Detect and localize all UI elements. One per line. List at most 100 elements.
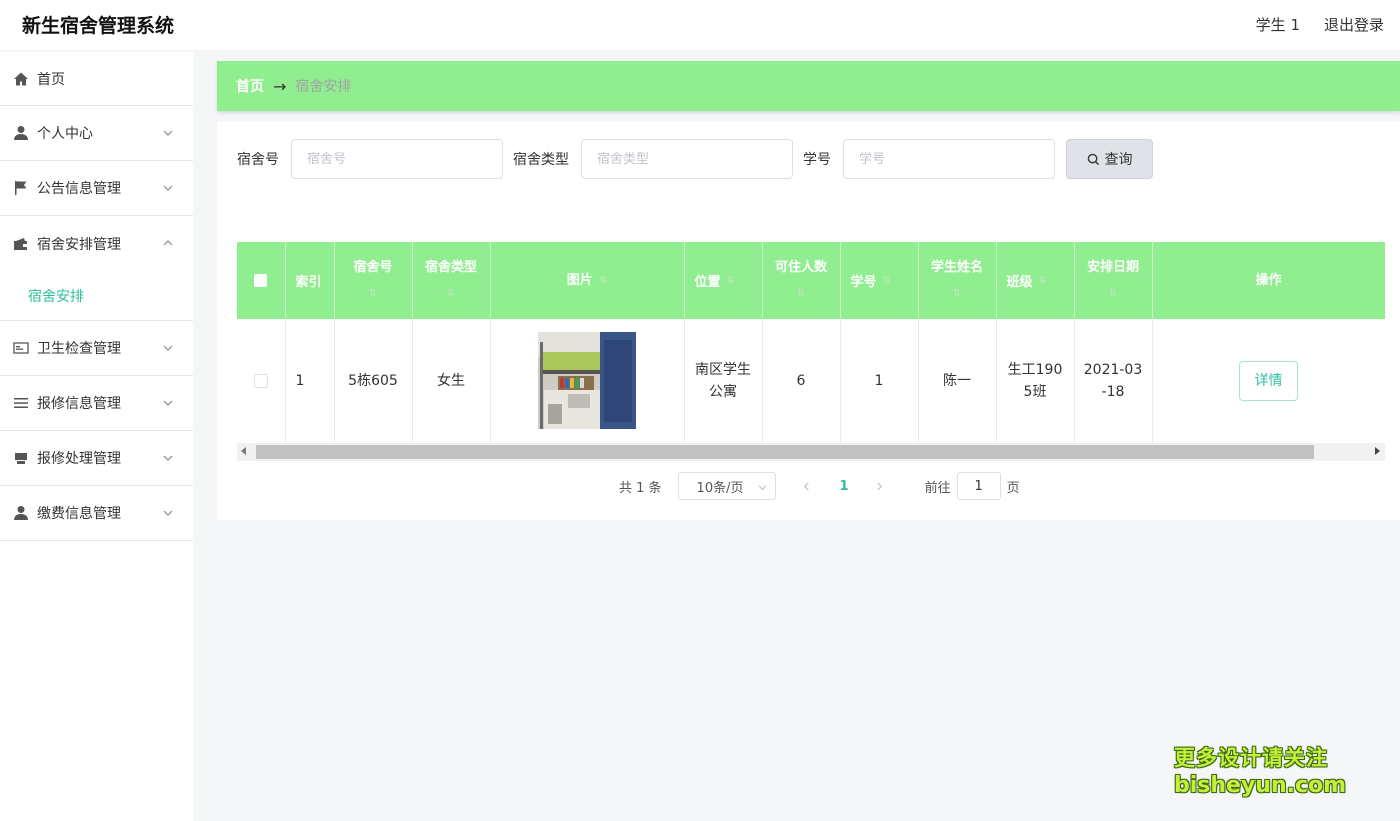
query-button-label: 查询 <box>1104 152 1133 168</box>
scrollbar-thumb[interactable] <box>256 445 1314 459</box>
dorm-type-input[interactable] <box>581 139 793 179</box>
page-suffix: 页 <box>1006 480 1020 496</box>
header-image[interactable]: 图片 ⇅ <box>490 242 685 319</box>
sidebar-subitem-dorm-arrangement[interactable]: 宿舍安排 <box>0 271 193 321</box>
header-actions-label: 操作 <box>1255 272 1282 288</box>
current-page[interactable]: 1 <box>840 479 849 494</box>
sidebar-item-label: 报修信息管理 <box>37 396 121 412</box>
header-actions: 操作 <box>1152 242 1385 319</box>
cell-student-no: 1 <box>840 319 919 444</box>
current-user[interactable]: 学生 1 <box>1256 14 1300 35</box>
list-icon <box>13 395 29 411</box>
prev-page-button[interactable] <box>800 479 814 493</box>
sidebar-item-dorm-arrangement[interactable]: 宿舍安排管理 <box>0 216 193 271</box>
id-card-icon <box>13 340 29 356</box>
header-dorm-no-label: 宿舍号 <box>353 259 393 275</box>
sidebar-item-label: 卫生检查管理 <box>37 341 121 357</box>
header-dorm-type[interactable]: 宿舍类型 ⇅ <box>412 242 491 319</box>
sort-icon[interactable]: ⇅ <box>953 281 961 307</box>
watermark: 更多设计请关注 bisheyun.com <box>1174 744 1347 800</box>
table-row: 1 5栋605 女生 南区学生 公寓 6 1 陈一 生工190 5班 2021-… <box>237 319 1385 444</box>
sort-icon[interactable]: ⇅ <box>883 275 891 286</box>
header-student-no[interactable]: 学号 ⇅ <box>840 242 919 319</box>
select-all-checkbox[interactable] <box>254 274 268 287</box>
dorm-type-label: 宿舍类型 <box>513 152 569 168</box>
scroll-right-icon[interactable] <box>1375 447 1380 455</box>
flag-icon <box>13 180 29 196</box>
header-dorm-no[interactable]: 宿舍号 ⇅ <box>334 242 413 319</box>
sort-icon[interactable]: ⇅ <box>1039 275 1047 286</box>
cell-dorm-no: 5栋605 <box>334 319 413 444</box>
header-dorm-type-label: 宿舍类型 <box>424 259 477 275</box>
header-student-name-label: 学生姓名 <box>930 259 983 275</box>
cell-student-name: 陈一 <box>918 319 997 444</box>
sort-icon[interactable]: ⇅ <box>599 268 607 294</box>
student-no-input[interactable] <box>843 139 1055 179</box>
sidebar-item-label: 宿舍安排管理 <box>37 236 121 253</box>
query-button[interactable]: 查询 <box>1066 139 1153 179</box>
pagination: 共 1 条 10条/页 1 前往 页 <box>619 472 1020 500</box>
chevron-down-icon <box>163 126 173 136</box>
header-select-all[interactable] <box>237 242 286 319</box>
header-capacity-label: 可住人数 <box>774 259 827 275</box>
breadcrumb-current: 宿舍安排 <box>295 79 352 95</box>
cell-location: 南区学生 公寓 <box>684 319 763 444</box>
scroll-left-icon[interactable] <box>241 447 246 455</box>
cell-date: 2021-03 -18 <box>1074 319 1153 444</box>
chevron-down-icon <box>163 341 173 351</box>
cell-actions: 详情 <box>1152 319 1385 444</box>
dorm-no-input[interactable] <box>291 139 503 179</box>
chevron-down-icon <box>163 181 173 191</box>
header-index: 索引 <box>285 242 335 319</box>
row-checkbox[interactable] <box>253 373 268 388</box>
sidebar-item-notice[interactable]: 公告信息管理 <box>0 161 193 216</box>
sort-icon[interactable]: ⇅ <box>1109 281 1117 307</box>
sort-icon[interactable]: ⇅ <box>369 281 377 307</box>
sidebar-item-payment[interactable]: 缴费信息管理 <box>0 486 193 541</box>
sidebar-item-label: 个人中心 <box>37 126 93 142</box>
header-location[interactable]: 位置 ⇅ <box>684 242 763 319</box>
watermark-line-1: 更多设计请关注 <box>1174 746 1328 770</box>
header-class-label: 班级 <box>1006 275 1033 290</box>
header-class[interactable]: 班级 ⇅ <box>996 242 1075 319</box>
header-location-label: 位置 <box>694 275 721 290</box>
sidebar-item-personal-center[interactable]: 个人中心 <box>0 106 193 161</box>
chevron-left-icon <box>803 481 809 491</box>
horizontal-scrollbar[interactable] <box>237 443 1385 461</box>
cell-image <box>490 319 685 444</box>
watermark-line-2: bisheyun.com <box>1174 773 1347 798</box>
header-student-no-label: 学号 <box>850 275 877 290</box>
header-capacity[interactable]: 可住人数 ⇅ <box>762 242 841 319</box>
header-student-name[interactable]: 学生姓名 ⇅ <box>918 242 997 319</box>
cell-capacity: 6 <box>762 319 841 444</box>
logout-link[interactable]: 退出登录 <box>1324 14 1384 35</box>
breadcrumb: 首页 → 宿舍安排 <box>217 61 1400 111</box>
chevron-down-icon <box>163 451 173 461</box>
sort-icon[interactable]: ⇅ <box>447 281 455 307</box>
sidebar-item-label: 报修处理管理 <box>37 451 121 467</box>
sidebar-item-home[interactable]: 首页 <box>0 52 193 106</box>
cell-index: 1 <box>285 319 335 444</box>
dorm-room-image[interactable] <box>538 332 636 430</box>
location-line-2: 公寓 <box>709 383 737 400</box>
user-icon <box>13 505 29 521</box>
next-page-button[interactable] <box>873 479 887 493</box>
date-line-2: -18 <box>1101 383 1125 400</box>
sort-icon[interactable]: ⇅ <box>797 281 805 307</box>
cell-dorm-type: 女生 <box>412 319 491 444</box>
page-size-select[interactable]: 10条/页 <box>677 472 776 500</box>
class-line-2: 5班 <box>1023 383 1047 400</box>
table-header-row: 索引 宿舍号 ⇅ 宿舍类型 ⇅ 图片 ⇅ 位置 ⇅ 可住人数 ⇅ 学号 ⇅ 学生姓名 ⇅ 班级… <box>237 242 1385 319</box>
location-line-1: 南区学生 <box>695 361 751 378</box>
header-date[interactable]: 安排日期 ⇅ <box>1074 242 1153 319</box>
sidebar-item-label: 首页 <box>37 71 65 88</box>
detail-button[interactable]: 详情 <box>1239 360 1298 401</box>
goto-page-input[interactable] <box>956 472 1001 500</box>
sidebar-item-hygiene[interactable]: 卫生检查管理 <box>0 321 193 376</box>
breadcrumb-home[interactable]: 首页 <box>236 76 264 96</box>
sort-icon[interactable]: ⇅ <box>727 275 735 286</box>
sidebar-item-repair-handling[interactable]: 报修处理管理 <box>0 431 193 486</box>
page-size-value: 10条/页 <box>696 480 744 496</box>
sidebar-item-repair-info[interactable]: 报修信息管理 <box>0 376 193 431</box>
user-area: 学生 1 退出登录 <box>1256 14 1384 35</box>
